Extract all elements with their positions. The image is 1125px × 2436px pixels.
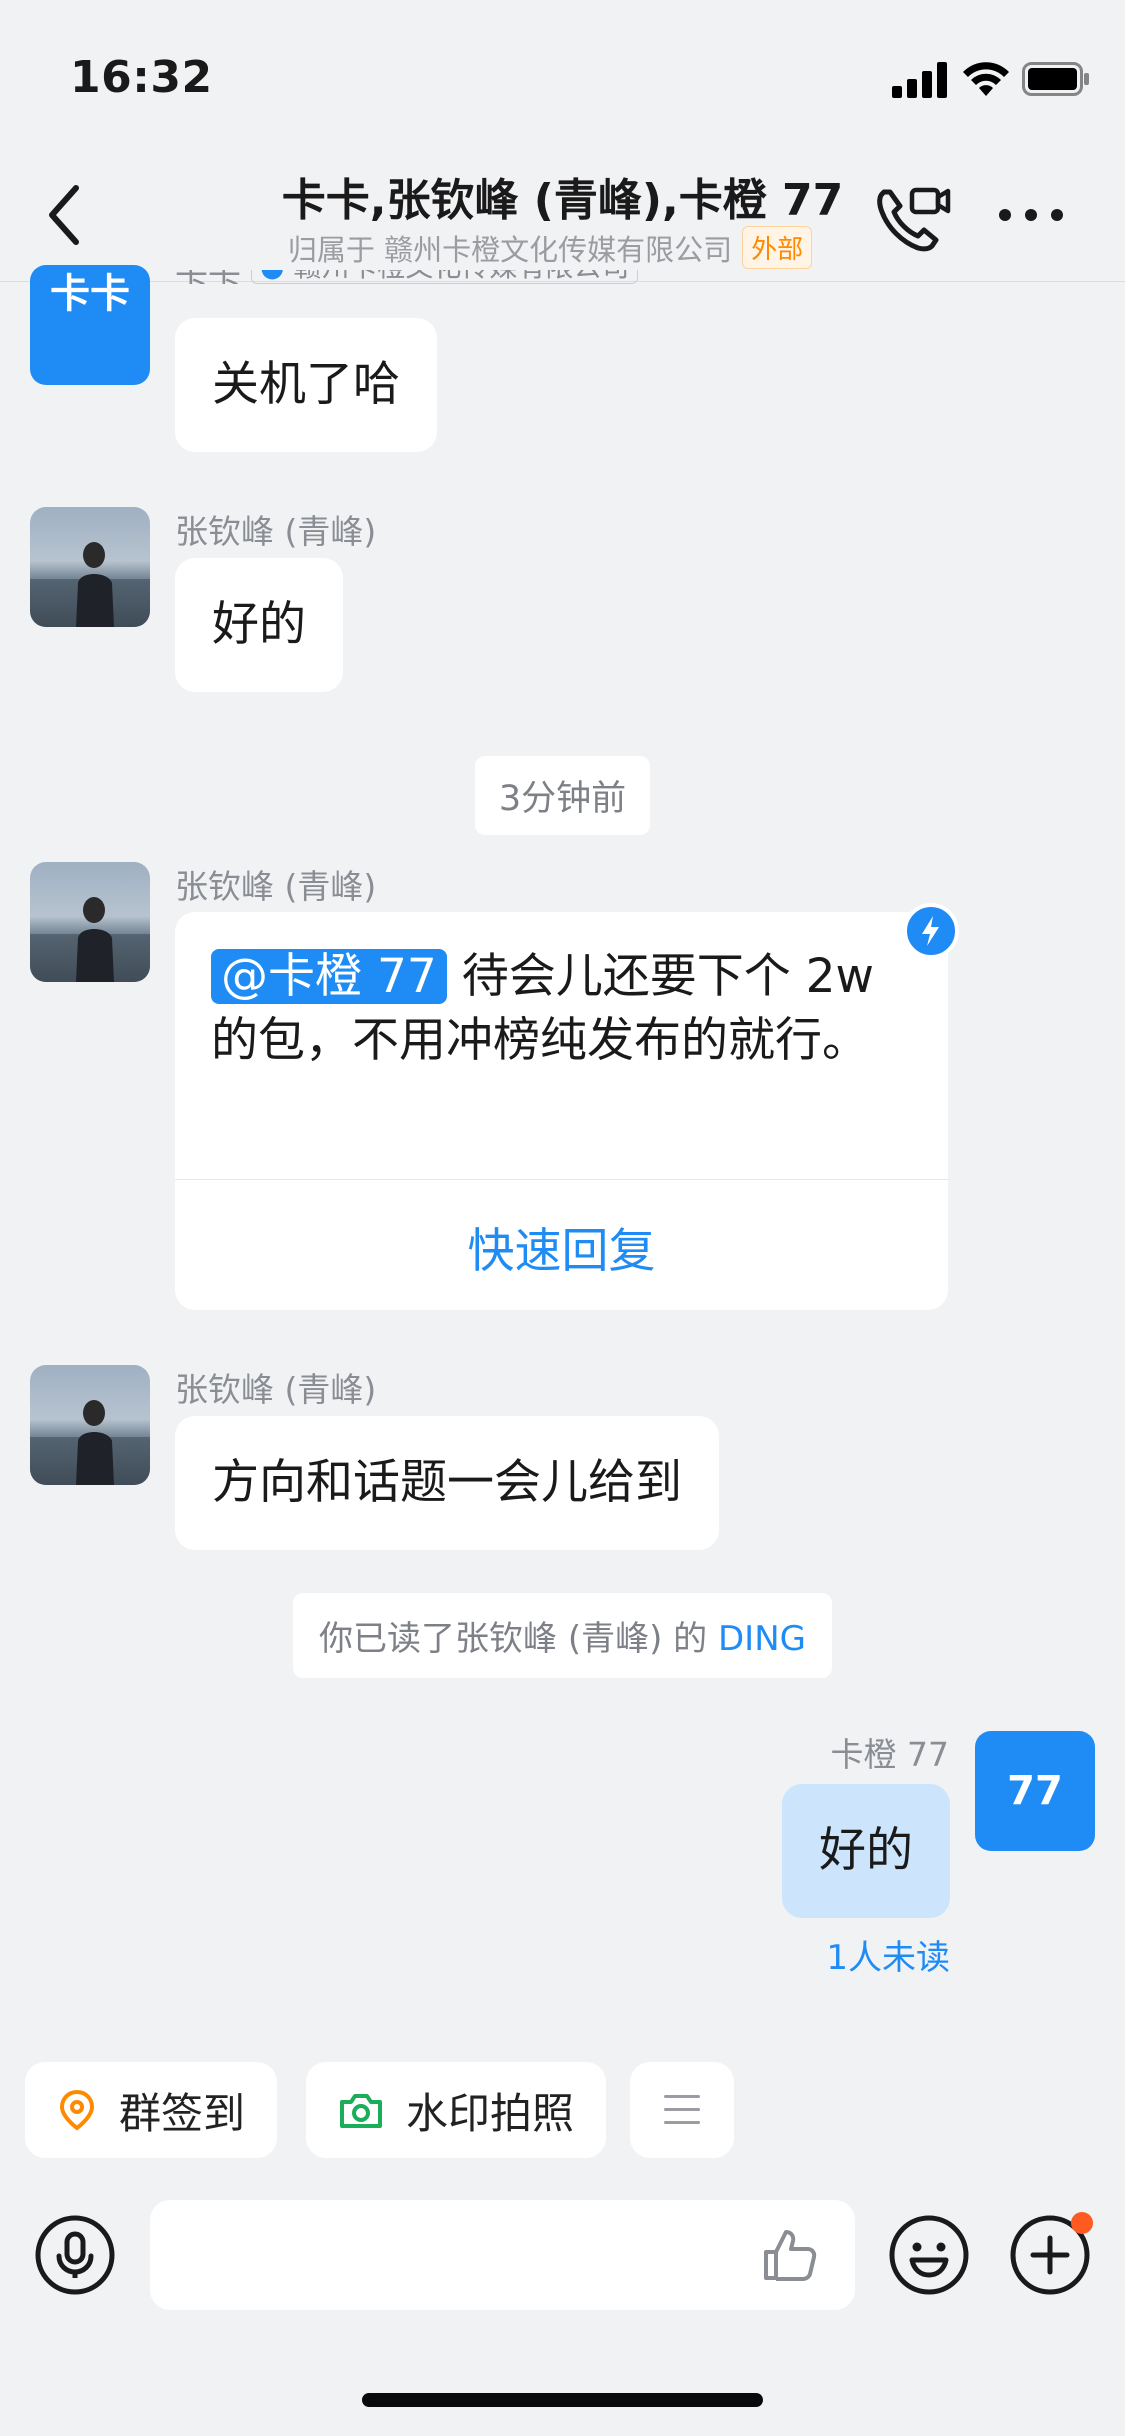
- message-bubble-self[interactable]: 好的: [782, 1784, 950, 1918]
- thumbs-up-icon[interactable]: [758, 2224, 820, 2286]
- avatar-kaka-clip: 卡卡: [30, 258, 150, 385]
- more-icon[interactable]: [995, 190, 1067, 240]
- read-ding-notice: 你已读了张钦峰 (青峰) 的 DING: [293, 1593, 832, 1678]
- verified-icon: ●: [260, 270, 284, 283]
- person-photo-icon: [30, 542, 150, 627]
- quick-reply-button[interactable]: 快速回复: [175, 1182, 948, 1310]
- voice-icon[interactable]: [34, 2214, 116, 2296]
- video-call-icon[interactable]: [872, 180, 952, 256]
- location-icon: [59, 2089, 95, 2131]
- chat-header: 卡卡,张钦峰 (青峰),卡橙 77 归属于 赣州卡橙文化传媒有限公司 外部: [0, 150, 1125, 282]
- time-divider: 3分钟前: [474, 756, 651, 835]
- status-time: 16:32: [70, 52, 213, 103]
- avatar-zhang[interactable]: [30, 862, 150, 982]
- sender-name: 卡橙 77: [830, 1735, 949, 1774]
- card-divider: [175, 1179, 948, 1180]
- sender-name: 张钦峰 (青峰): [175, 1370, 377, 1409]
- back-icon[interactable]: [40, 180, 96, 250]
- chat-subtitle: 归属于 赣州卡橙文化传媒有限公司 外部: [200, 226, 900, 269]
- avatar-kaka[interactable]: 卡卡: [30, 265, 150, 385]
- camera-icon: [340, 2094, 382, 2128]
- cellular-signal-icon: [892, 62, 947, 98]
- ding-link[interactable]: DING: [718, 1619, 806, 1659]
- time-divider-row: 3分钟前: [0, 756, 1125, 835]
- avatar-self[interactable]: 77: [975, 1731, 1095, 1851]
- wifi-icon: [963, 62, 1009, 96]
- sender-name: 张钦峰 (青峰): [175, 512, 377, 551]
- checkin-button[interactable]: 群签到: [25, 2062, 278, 2158]
- message-input[interactable]: [150, 2200, 855, 2310]
- menu-icon: [664, 2095, 700, 2124]
- chat-title[interactable]: 卡卡,张钦峰 (青峰),卡橙 77: [230, 164, 895, 228]
- message-bubble[interactable]: 好的: [175, 558, 343, 692]
- org-affiliation: 归属于 赣州卡橙文化传媒有限公司: [287, 232, 733, 267]
- avatar-zhang[interactable]: [30, 507, 150, 627]
- toolbar-menu-button[interactable]: [630, 2062, 734, 2158]
- cut-sender-row: 卡卡 ● 赣州卡橙文化传媒有限公司: [175, 270, 639, 284]
- ding-message-card[interactable]: @卡橙 77 待会儿还要下个 2w 的包，不用冲榜纯发布的就行。 快速回复: [175, 912, 948, 1310]
- avatar-zhang[interactable]: [30, 1365, 150, 1485]
- sender-name-kaka: 卡卡: [175, 270, 241, 284]
- battery-icon: [1022, 62, 1089, 96]
- emoji-icon[interactable]: [888, 2214, 970, 2296]
- ding-lightning-icon: [903, 903, 959, 959]
- read-status[interactable]: 1人未读: [826, 1930, 950, 1979]
- person-photo-icon: [30, 897, 150, 982]
- watermark-photo-button[interactable]: 水印拍照: [306, 2062, 607, 2158]
- sender-name: 张钦峰 (青峰): [175, 867, 377, 906]
- external-badge: 外部: [742, 226, 813, 269]
- home-indicator[interactable]: [362, 2393, 763, 2407]
- mention-tag[interactable]: @卡橙 77: [211, 949, 447, 1004]
- ding-message-text: @卡橙 77 待会儿还要下个 2w 的包，不用冲榜纯发布的就行。: [211, 949, 874, 1068]
- person-photo-icon: [30, 1400, 150, 1485]
- message-bubble[interactable]: 关机了哈: [175, 318, 437, 452]
- org-tag: ● 赣州卡橙文化传媒有限公司: [251, 270, 639, 284]
- message-bubble[interactable]: 方向和话题一会儿给到: [175, 1416, 719, 1550]
- system-notice-row: 你已读了张钦峰 (青峰) 的 DING: [0, 1593, 1125, 1678]
- notification-dot: [1071, 2212, 1093, 2234]
